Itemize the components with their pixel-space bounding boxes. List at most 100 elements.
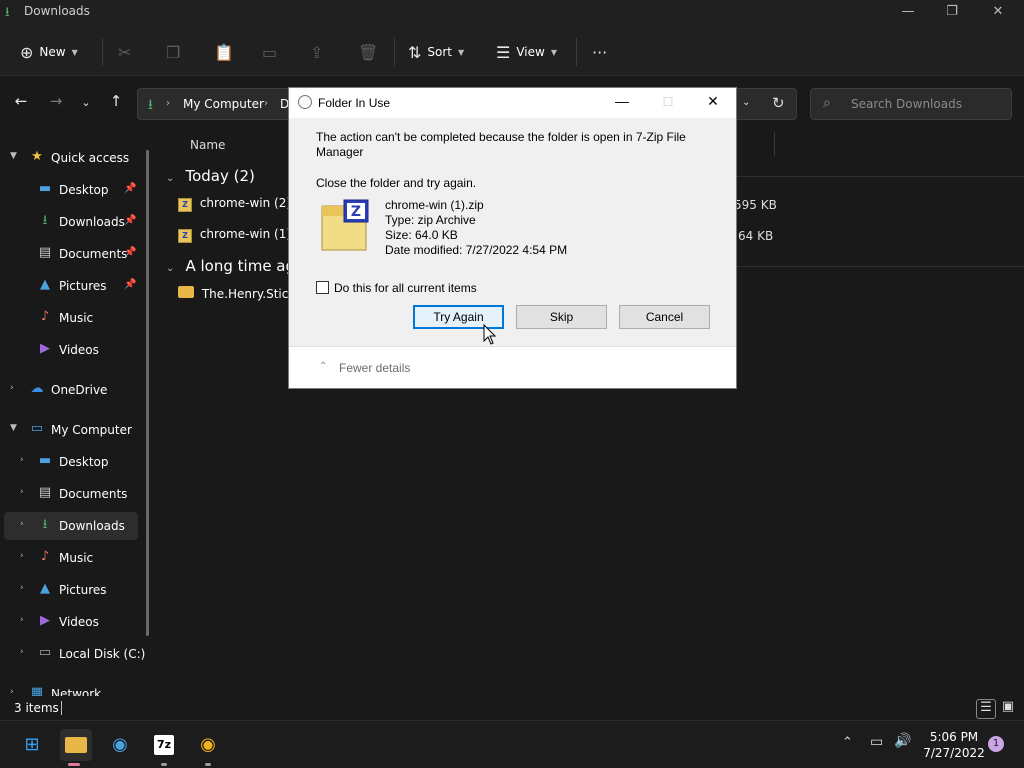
skip-button[interactable]: Skip: [516, 305, 607, 329]
close-icon[interactable]: ✕: [986, 4, 1010, 24]
more-options-button[interactable]: ···: [592, 40, 607, 64]
download-icon: ⭳: [42, 213, 48, 228]
tiles-view-icon[interactable]: ▣: [998, 699, 1018, 719]
running-indicator: [161, 763, 167, 766]
chevron-up-icon[interactable]: ⌃: [842, 735, 853, 750]
sidebar-item-downloads-selected[interactable]: › ⭳ Downloads: [4, 512, 138, 540]
apply-all-label[interactable]: Do this for all current items: [334, 281, 477, 295]
up-icon[interactable]: ↑: [104, 92, 128, 116]
chevron-down-icon: ⌄: [166, 263, 175, 274]
details-view-icon[interactable]: ☰: [976, 699, 996, 719]
notification-badge[interactable]: 1: [988, 736, 1004, 752]
address-dropdown-icon[interactable]: ⌄: [742, 97, 750, 108]
dialog-footer: ⌃ Fewer details: [289, 346, 736, 388]
picture-icon: ▲: [40, 277, 50, 292]
clock-time: 5:06 PM: [929, 730, 979, 744]
file-size: Size: 64.0 KB: [385, 228, 458, 242]
sort-button[interactable]: ⇅ Sort ▼: [408, 40, 464, 64]
file-size: 64 KB: [738, 229, 774, 243]
file-details: chrome-win (1).zip Type: zip Archive Siz…: [385, 198, 567, 258]
divider: [394, 38, 395, 66]
sidebar-item-downloads[interactable]: ⭳ Downloads 📌: [0, 208, 146, 236]
7zip-icon[interactable]: 7z: [148, 729, 180, 761]
paste-button[interactable]: 📋: [214, 40, 234, 64]
new-label: New: [39, 45, 66, 59]
sidebar-item-label: Videos: [59, 343, 99, 357]
new-button[interactable]: ⊕ New ▼: [20, 40, 78, 64]
chevron-down-icon: ⌄: [166, 173, 175, 184]
recent-chevron-icon[interactable]: ⌄: [74, 96, 98, 120]
sidebar-item-my-computer[interactable]: ▼ ▭ My Computer: [0, 416, 146, 444]
volume-icon[interactable]: 🔊: [894, 733, 911, 749]
document-icon: ▤: [38, 485, 52, 500]
sidebar-scrollbar[interactable]: [146, 150, 149, 636]
apply-all-checkbox[interactable]: [316, 281, 329, 294]
chevron-right-icon: ›: [20, 519, 24, 529]
chevron-up-icon[interactable]: ⌃: [319, 361, 327, 372]
search-input[interactable]: ⌕ Search Downloads: [810, 88, 1012, 120]
breadcrumb-my-computer[interactable]: My Computer: [183, 97, 264, 111]
group-header-today[interactable]: ⌄ Today (2): [166, 166, 255, 185]
chevron-down-icon: ▼: [550, 47, 557, 57]
sidebar-item-music[interactable]: › ♪ Music: [0, 544, 146, 572]
restore-icon[interactable]: ❐: [940, 4, 964, 24]
windows-start-icon[interactable]: ⊞: [16, 729, 48, 761]
chevron-down-icon: ▼: [458, 47, 465, 57]
active-indicator: [68, 763, 80, 766]
search-icon: ⌕: [823, 95, 831, 111]
chevron-down-icon: ▼: [10, 423, 17, 433]
sidebar-item-documents[interactable]: › ▤ Documents: [0, 480, 146, 508]
share-button[interactable]: ⇪: [310, 40, 323, 64]
file-size: 595 KB: [734, 198, 777, 212]
sidebar-item-label: Downloads: [59, 519, 125, 533]
clipboard-icon: 📋: [214, 42, 234, 62]
search-placeholder: Search Downloads: [851, 97, 962, 111]
file-explorer-icon[interactable]: [60, 729, 92, 761]
picture-icon: ▲: [40, 581, 50, 596]
sidebar-item-videos[interactable]: ▶ Videos: [0, 336, 146, 364]
minimize-icon[interactable]: —: [896, 4, 920, 24]
delete-button[interactable]: 🗑: [358, 40, 378, 64]
sidebar-item-pictures[interactable]: ▲ Pictures 📌: [0, 272, 146, 300]
fewer-details-link[interactable]: Fewer details: [339, 361, 410, 375]
sidebar-item-label: Music: [59, 311, 94, 325]
dialog-title: Folder In Use: [318, 96, 391, 110]
column-header-name[interactable]: Name: [190, 138, 225, 152]
sidebar-item-label: Network: [51, 687, 102, 696]
sidebar-item-desktop[interactable]: ▬ Desktop 📌: [0, 176, 146, 204]
forward-icon[interactable]: →: [44, 92, 68, 116]
chrome-icon[interactable]: ◉: [104, 729, 136, 761]
sidebar-item-local-disk[interactable]: › ▭ Local Disk (C:): [0, 640, 146, 668]
sidebar-item-label: Desktop: [59, 183, 109, 197]
chevron-right-icon: ›: [20, 551, 24, 561]
minimize-icon[interactable]: —: [609, 93, 635, 113]
sidebar-item-label: Pictures: [59, 279, 107, 293]
network-status-icon[interactable]: ▭: [870, 734, 883, 750]
navigation-pane: ▼ ★ Quick access ▬ Desktop 📌 ⭳ Downloads…: [0, 140, 150, 696]
file-name: chrome-win (2).z: [199, 196, 302, 210]
cut-button[interactable]: ✂: [118, 40, 131, 64]
view-button[interactable]: ☰ View ▼: [496, 40, 557, 64]
sidebar-item-network[interactable]: › ▦ Network: [0, 680, 146, 696]
sidebar-item-onedrive[interactable]: › ☁ OneDrive: [0, 376, 146, 404]
svg-text:Z: Z: [351, 204, 361, 220]
refresh-icon[interactable]: ↻: [772, 94, 785, 112]
cancel-button[interactable]: Cancel: [619, 305, 710, 329]
copy-button[interactable]: ❐: [166, 40, 180, 64]
chrome-canary-icon[interactable]: ◉: [192, 729, 224, 761]
sidebar-item-quick-access[interactable]: ▼ ★ Quick access: [0, 144, 146, 172]
window-titlebar: ⭳ Downloads — ❐ ✕: [0, 0, 1024, 28]
chevron-right-icon: ›: [10, 687, 14, 696]
rename-button[interactable]: ▭: [262, 40, 277, 64]
close-icon[interactable]: ✕: [700, 93, 726, 113]
sidebar-item-label: Music: [59, 551, 94, 565]
sidebar-item-desktop[interactable]: › ▬ Desktop: [0, 448, 146, 476]
clock[interactable]: 5:06 PM 7/27/2022: [922, 729, 986, 761]
sidebar-item-videos[interactable]: › ▶ Videos: [0, 608, 146, 636]
back-icon[interactable]: ←: [9, 92, 33, 116]
sidebar-item-documents[interactable]: ▤ Documents 📌: [0, 240, 146, 268]
group-header-long-ago[interactable]: ⌄ A long time ago: [166, 256, 304, 275]
status-bar: 3 items ☰ ▣: [0, 698, 1024, 720]
sidebar-item-pictures[interactable]: › ▲ Pictures: [0, 576, 146, 604]
sidebar-item-music[interactable]: ♪ Music: [0, 304, 146, 332]
